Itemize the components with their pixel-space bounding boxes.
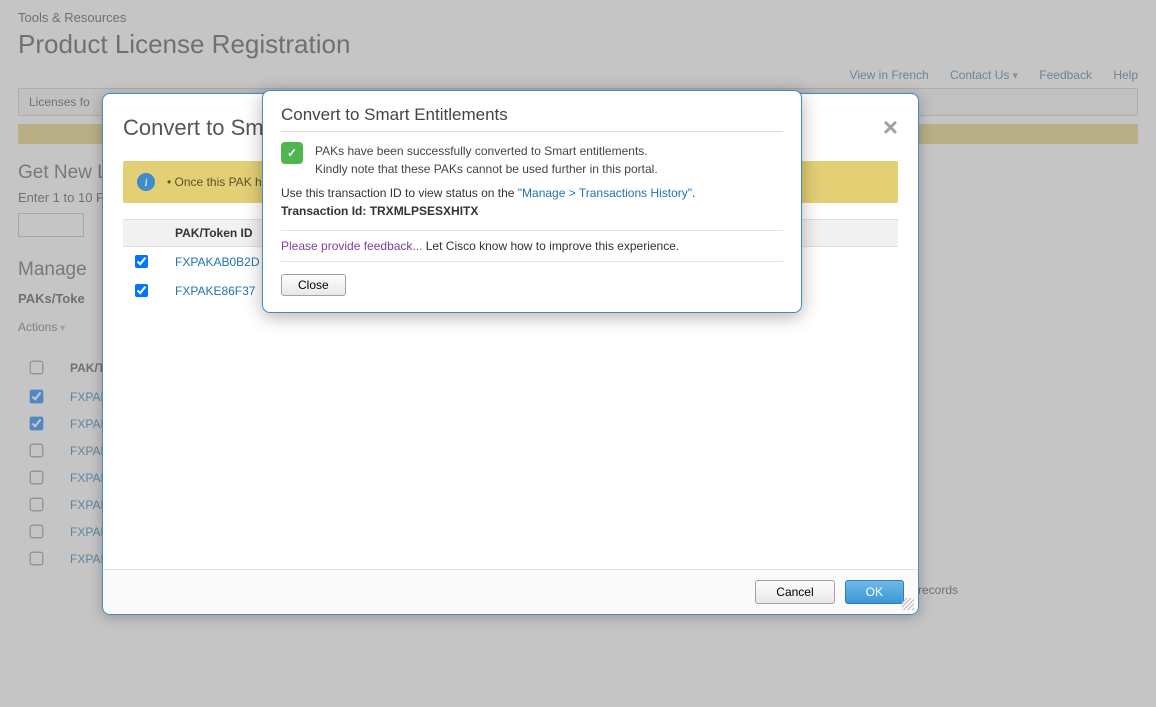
row-checkbox[interactable] [30, 498, 44, 512]
provide-feedback-link[interactable]: Please provide feedback... [281, 239, 422, 253]
close-icon[interactable]: × [883, 112, 898, 143]
row-checkbox[interactable] [30, 525, 44, 539]
resize-grip-icon[interactable] [902, 598, 914, 610]
tab-licenses[interactable]: Licenses fo [29, 95, 90, 109]
success-check-icon: ✓ [281, 142, 303, 164]
dialog2-title: Convert to Smart Entitlements [281, 105, 783, 132]
close-button[interactable]: Close [281, 274, 346, 296]
dialog1-note-text: Once this PAK h [175, 175, 262, 189]
view-french-link[interactable]: View in French [850, 68, 929, 82]
row-checkbox[interactable] [135, 255, 148, 268]
dialog2-message: PAKs have been successfully converted to… [315, 142, 658, 178]
breadcrumb: Tools & Resources [18, 10, 1138, 25]
row-checkbox[interactable] [30, 390, 44, 404]
transaction-id: TRXMLPSESXHITX [370, 204, 479, 218]
cancel-button[interactable]: Cancel [755, 580, 834, 604]
feedback-link[interactable]: Feedback [1039, 68, 1092, 82]
dialog2-transaction: Use this transaction ID to view status o… [281, 184, 783, 220]
contact-us-link[interactable]: Contact Us [950, 68, 1018, 82]
page-title: Product License Registration [18, 29, 1138, 60]
row-checkbox[interactable] [30, 444, 44, 458]
help-link[interactable]: Help [1113, 68, 1138, 82]
row-checkbox[interactable] [30, 552, 44, 566]
info-icon: i [137, 173, 155, 191]
row-checkbox[interactable] [135, 284, 148, 297]
pak-entry-input[interactable] [18, 213, 84, 237]
select-all-checkbox[interactable] [30, 361, 44, 375]
pager-records-label: records [918, 583, 958, 597]
convert-success-dialog: Convert to Smart Entitlements ✓ PAKs hav… [262, 90, 802, 313]
ok-button[interactable]: OK [845, 580, 904, 604]
row-checkbox[interactable] [30, 417, 44, 431]
dialog2-feedback: Please provide feedback... Let Cisco kno… [281, 230, 783, 262]
row-checkbox[interactable] [30, 471, 44, 485]
top-links: View in French Contact Us Feedback Help [18, 68, 1138, 82]
transactions-history-link[interactable]: "Manage > Transactions History" [518, 186, 692, 200]
